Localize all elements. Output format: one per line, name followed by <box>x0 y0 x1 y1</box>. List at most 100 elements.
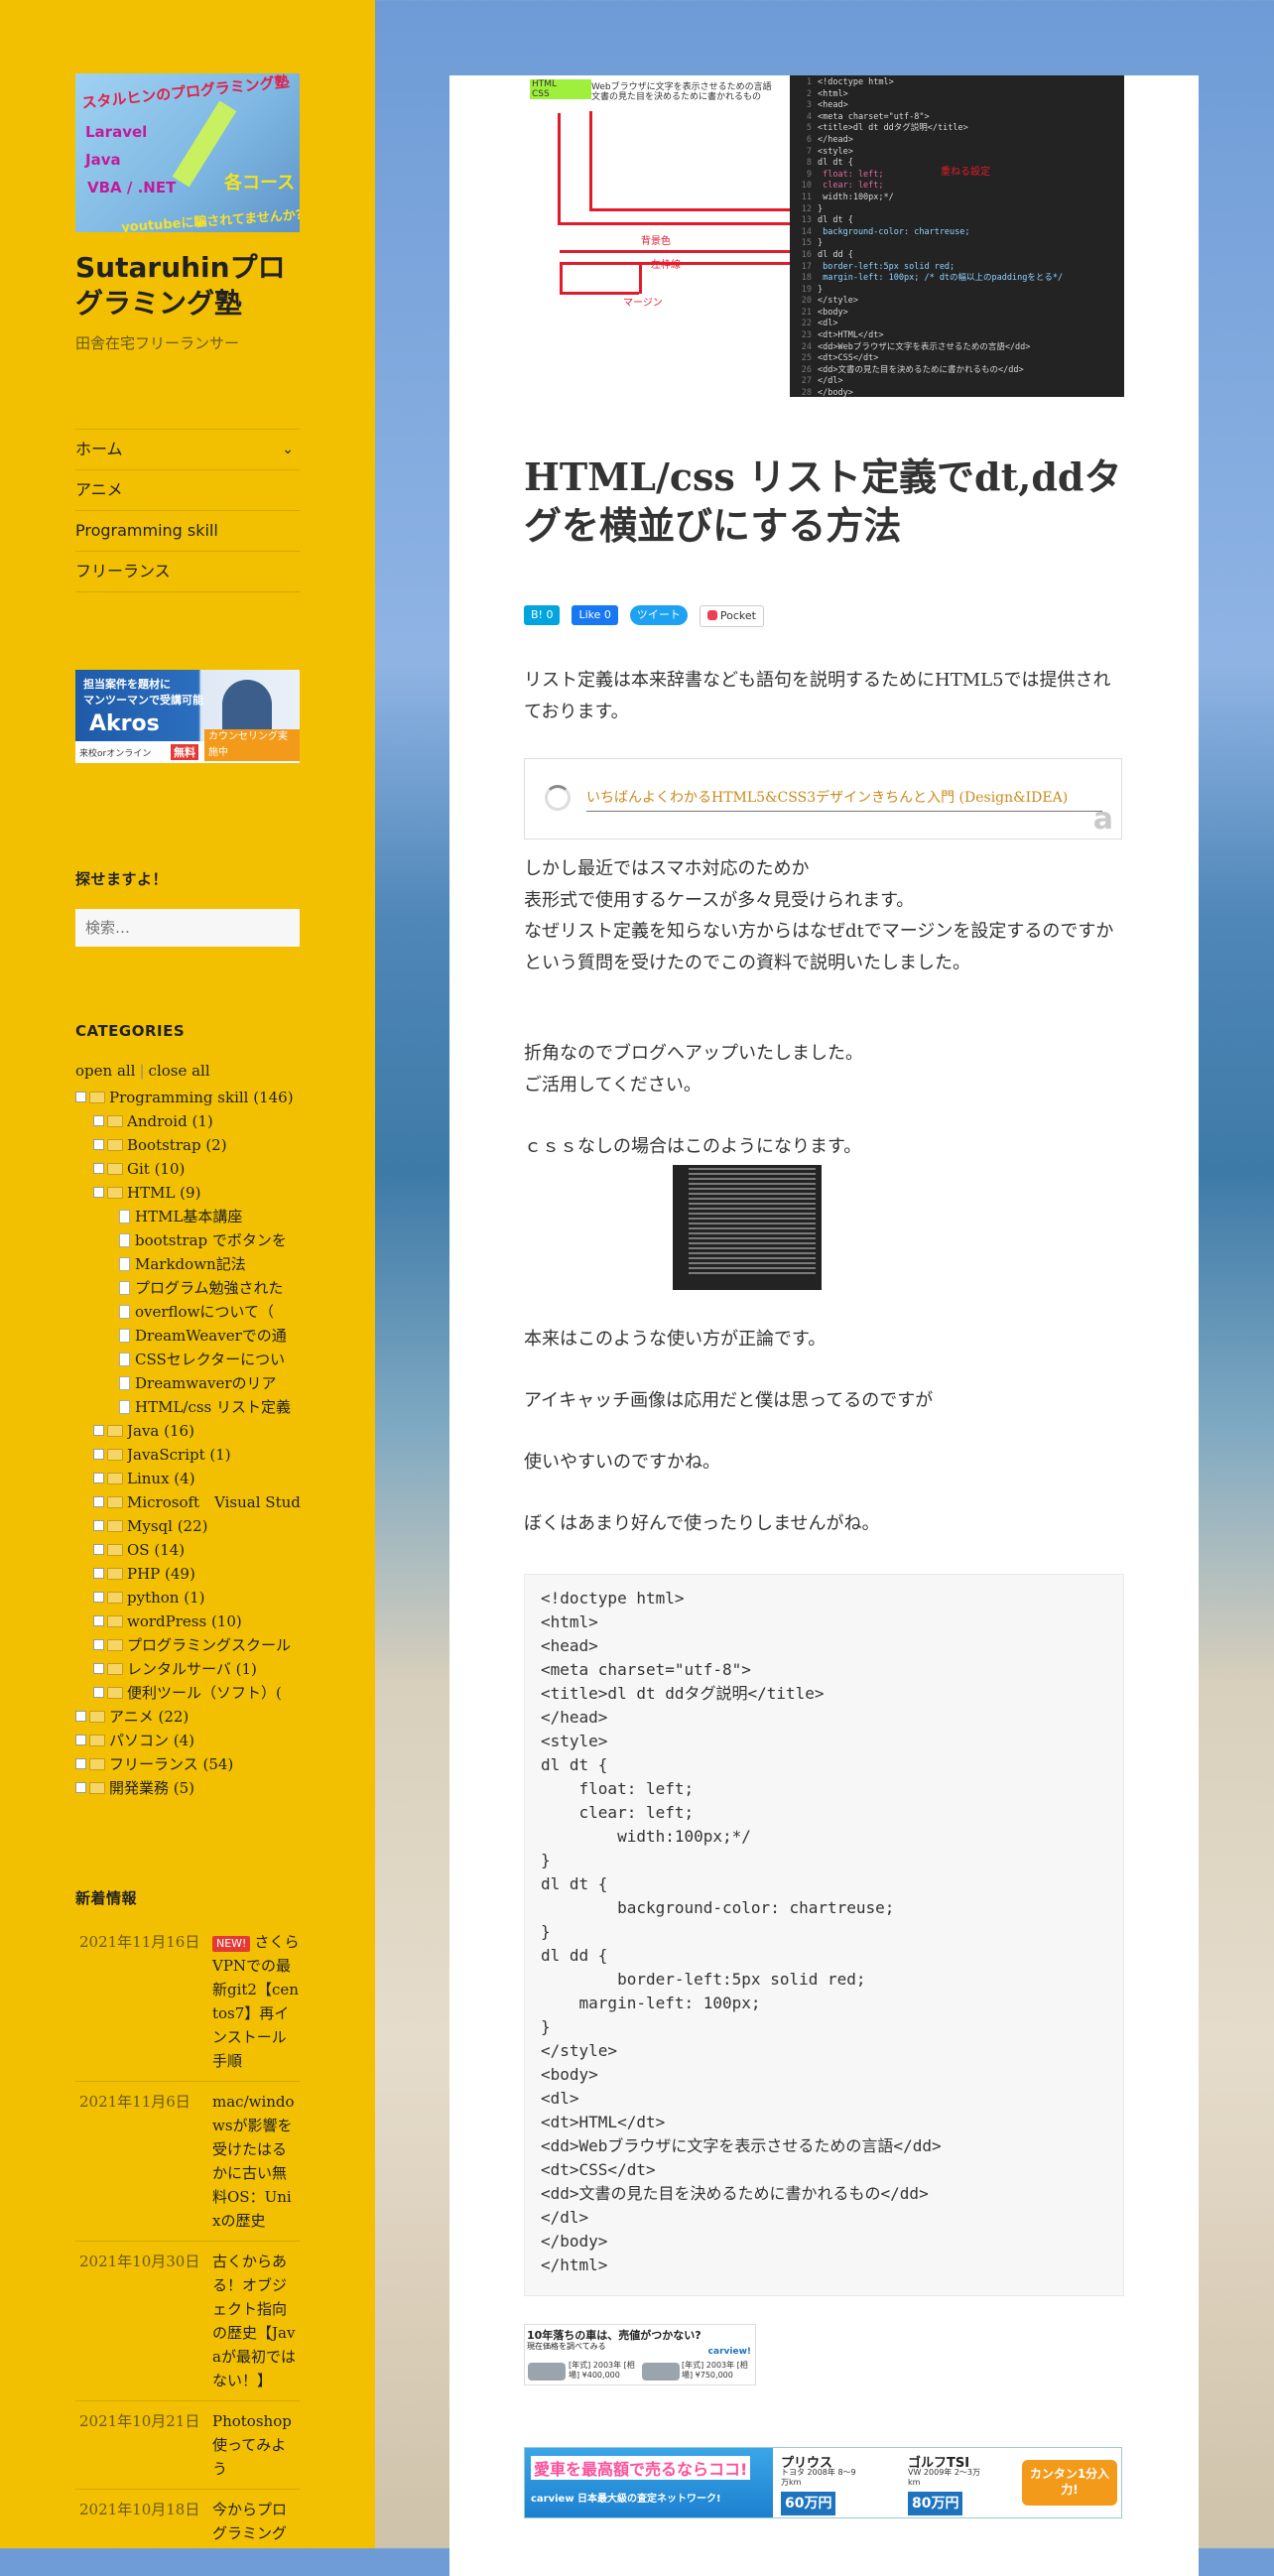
category-item[interactable]: レンタルサーバ (1) <box>75 1657 314 1681</box>
expand-icon[interactable] <box>93 1639 104 1651</box>
news-title[interactable]: mac/windowsが影響を受けたはるかに古い無料OS：Unixの歴史 <box>212 2090 300 2233</box>
featured-image[interactable]: HTML CSS Webブラウザに文字を表示させるための言語 文書の見た目を決め… <box>524 75 1124 397</box>
category-item[interactable]: プログラミングスクール <box>75 1633 314 1657</box>
category-item[interactable]: HTML/css リスト定義 <box>75 1395 314 1419</box>
search-input[interactable] <box>75 908 300 947</box>
collapse-icon[interactable] <box>75 1092 86 1103</box>
amazon-icon: a <box>1092 802 1113 837</box>
code-line: 19} <box>794 285 1124 297</box>
post-title[interactable]: HTML/css リスト定義でdt,ddタグを横並びにする方法 <box>524 452 1124 551</box>
category-item[interactable]: Microsoft Visual Stud <box>75 1490 314 1514</box>
site-title[interactable]: Sutaruhinプログラミング塾 <box>75 250 300 322</box>
category-item[interactable]: HTML基本講座 <box>75 1205 314 1228</box>
news-date: 2021年10月21日 <box>79 2411 200 2430</box>
expand-icon[interactable] <box>93 1163 104 1175</box>
news-title[interactable]: 今からプログラミングやるべき！IT業界成人 <box>212 2498 300 2548</box>
pocket-icon <box>706 610 717 620</box>
expand-icon[interactable] <box>93 1496 104 1508</box>
category-item[interactable]: Android (1) <box>75 1109 314 1133</box>
category-item[interactable]: CSSセレクターについ <box>75 1348 314 1371</box>
pocket-button[interactable]: Pocket <box>699 605 764 627</box>
expand-icon[interactable] <box>93 1687 104 1699</box>
collapse-icon[interactable] <box>93 1187 104 1199</box>
sidebar-ad-banner[interactable]: 担当案件を題材に マンツーマンで受講可能 Akros 来校orオンライン 無料 … <box>75 669 300 763</box>
expand-icon[interactable] <box>93 1115 104 1127</box>
category-item[interactable]: Git (10) <box>75 1157 314 1181</box>
news-item[interactable]: 2021年10月30日 古くからある！オブジェクト指向の歴史【Javaが最初ではな… <box>75 2242 300 2401</box>
line-number: 18 <box>801 273 812 284</box>
category-item[interactable]: JavaScript (1) <box>75 1443 314 1467</box>
folder-icon <box>107 1591 123 1604</box>
category-item[interactable]: Mysql (22) <box>75 1514 314 1538</box>
category-item[interactable]: Linux (4) <box>75 1467 314 1490</box>
code-block[interactable]: <!doctype html> <html> <head> <meta char… <box>524 1574 1124 2296</box>
amazon-product-card[interactable]: いちばんよくわかるHTML5&CSS3デザインきちんと入門 (Design&ID… <box>524 758 1122 839</box>
hatena-bookmark-button[interactable]: B! 0 <box>524 605 561 625</box>
twitter-tweet-button[interactable]: ツイート <box>629 605 688 625</box>
expand-icon[interactable] <box>75 1758 86 1770</box>
carview-ad-small[interactable]: 10年落ちの車は、売値がつかない? 現在価格を調べてみる carview! [年… <box>524 2324 756 2385</box>
expand-icon[interactable] <box>93 1663 104 1675</box>
line-number: 5 <box>806 123 812 134</box>
chevron-down-icon[interactable]: ⌄ <box>282 430 294 469</box>
category-item[interactable]: wordPress (10) <box>75 1610 314 1633</box>
expand-icon[interactable] <box>93 1615 104 1627</box>
folder-icon <box>107 1472 123 1484</box>
category-item[interactable]: Bootstrap (2) <box>75 1133 314 1157</box>
category-item[interactable]: Java (16) <box>75 1419 314 1443</box>
news-title[interactable]: Photoshop使ってみよう <box>212 2409 300 2481</box>
news-item[interactable]: 2021年10月18日今からプログラミングやるべき！IT業界成人 <box>75 2490 300 2548</box>
category-label: Mysql (22) <box>127 1516 208 1535</box>
category-item[interactable]: フリーランス (54) <box>75 1752 314 1776</box>
expand-icon[interactable] <box>93 1568 104 1580</box>
news-title[interactable]: 古くからある！オブジェクト指向の歴史【Javaが最初ではない！】 <box>212 2250 300 2392</box>
category-item[interactable]: 便利ツール（ソフト）( <box>75 1681 314 1705</box>
category-item[interactable]: DreamWeaverでの通 <box>75 1324 314 1348</box>
category-item[interactable]: bootstrap でボタンを <box>75 1228 314 1252</box>
category-item[interactable]: パソコン (4) <box>75 1729 314 1752</box>
category-item[interactable]: Markdown記法 <box>75 1252 314 1276</box>
amazon-product-link[interactable]: いちばんよくわかるHTML5&CSS3デザインきちんと入門 (Design&ID… <box>586 787 1102 812</box>
expand-icon[interactable] <box>75 1735 86 1746</box>
quick-input-button[interactable]: カンタン1分入力! <box>1022 2460 1117 2506</box>
open-all-link[interactable]: open all <box>75 1062 135 1080</box>
car-image <box>642 2363 680 2381</box>
category-item[interactable]: python (1) <box>75 1586 314 1610</box>
nav-item-anime[interactable]: アニメ <box>75 470 300 511</box>
expand-icon[interactable] <box>93 1544 104 1556</box>
site-logo[interactable]: スタルヒンのプログラミング塾 Laravel Java VBA / .NET 各… <box>75 73 300 232</box>
category-item[interactable]: PHP (49) <box>75 1562 314 1586</box>
code-line: 23 <dt>HTML</dt> <box>794 330 1124 342</box>
carview-ad-banner[interactable]: 愛車を最高額で売るならココ! carview 日本最大級の査定ネットワーク! プ… <box>524 2447 1122 2518</box>
category-item[interactable]: Programming skill (146) <box>75 1086 314 1109</box>
expand-icon[interactable] <box>93 1139 104 1151</box>
expand-icon[interactable] <box>75 1782 86 1794</box>
news-item[interactable]: 2021年11月16日 NEW! さくらVPNでの最新git2【centos7】再イ… <box>75 1922 300 2082</box>
expand-icon[interactable] <box>75 1711 86 1723</box>
folder-icon <box>107 1686 123 1699</box>
facebook-like-button[interactable]: Like 0 <box>572 605 618 625</box>
news-item[interactable]: 2021年11月6日 mac/windowsが影響を受けたはるかに古い無料OS：U… <box>75 2082 300 2242</box>
category-item[interactable]: プログラム勉強された <box>75 1276 314 1300</box>
expand-icon[interactable] <box>93 1520 104 1532</box>
nav-item-programming-skill[interactable]: Programming skill <box>75 511 300 552</box>
category-item[interactable]: 開発業務 (5) <box>75 1776 314 1800</box>
category-item[interactable]: Dreamwaverのリア <box>75 1371 314 1395</box>
annotation-line <box>589 111 592 210</box>
nav-item-home[interactable]: ホーム ⌄ <box>75 430 300 470</box>
expand-icon[interactable] <box>93 1449 104 1461</box>
category-item[interactable]: overflowについて（ <box>75 1300 314 1324</box>
category-label: レンタルサーバ (1) <box>127 1659 257 1678</box>
expand-icon[interactable] <box>93 1592 104 1604</box>
ad-headline: 愛車を最高額で売るならココ! <box>531 2456 751 2480</box>
expand-icon[interactable] <box>93 1473 104 1484</box>
news-title[interactable]: NEW! さくらVPNでの最新git2【centos7】再インストール手順 <box>212 1930 300 2073</box>
category-item[interactable]: OS (14) <box>75 1538 314 1562</box>
expand-icon[interactable] <box>93 1425 104 1437</box>
close-all-link[interactable]: close all <box>149 1062 210 1080</box>
category-item[interactable]: HTML (9) <box>75 1181 314 1205</box>
category-item[interactable]: アニメ (22) <box>75 1705 314 1729</box>
news-item[interactable]: 2021年10月21日 Photoshop使ってみよう <box>75 2401 300 2490</box>
no-css-screenshot[interactable] <box>524 1165 822 1290</box>
nav-item-freelance[interactable]: フリーランス <box>75 552 300 592</box>
